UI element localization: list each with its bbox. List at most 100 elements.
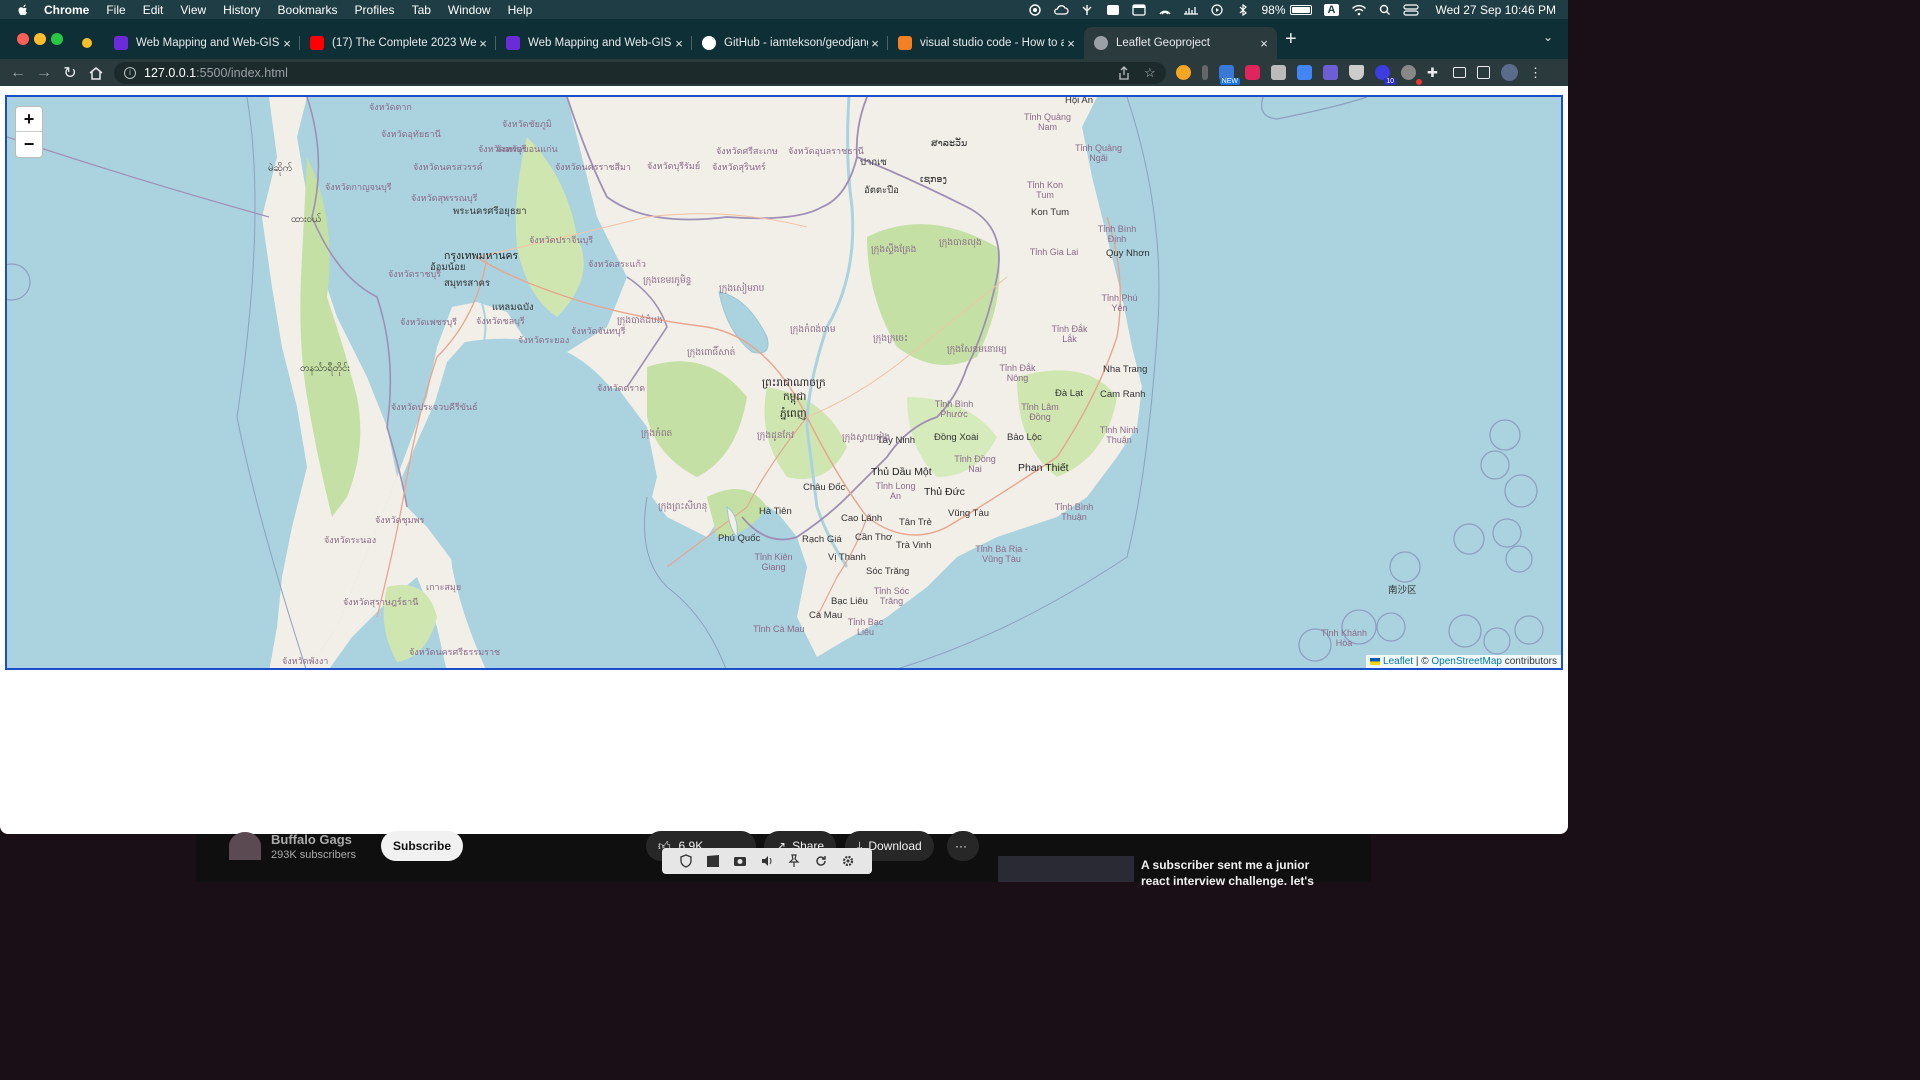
extensions-toolbar: NEW 10 ✚ ⋮	[1176, 64, 1548, 85]
back-button[interactable]: ←	[5, 64, 31, 82]
clapper-icon[interactable]	[706, 854, 720, 868]
maximize-window-button[interactable]	[51, 33, 63, 45]
settings-gear-icon[interactable]	[841, 854, 855, 868]
forward-button[interactable]: →	[31, 64, 57, 82]
tab-github[interactable]: GitHub - iamtekson/geodjango ×	[692, 27, 888, 59]
wifi-icon[interactable]	[1351, 4, 1367, 16]
menu-bookmarks[interactable]: Bookmarks	[278, 3, 338, 17]
spotlight-search-icon[interactable]	[1377, 4, 1393, 16]
menu-file[interactable]: File	[106, 3, 125, 17]
extensions-puzzle-icon[interactable]: ✚	[1427, 65, 1442, 80]
loading-dot-icon	[82, 38, 92, 48]
tab-close-icon[interactable]: ×	[868, 36, 882, 51]
map-label: Tỉnh Long An	[875, 481, 916, 501]
side-panel-icon[interactable]	[1477, 66, 1490, 79]
tab-close-icon[interactable]: ×	[672, 36, 686, 51]
menubar-clock[interactable]: Wed 27 Sep 10:46 PM	[1435, 3, 1556, 17]
tab-leaflet-geoproject[interactable]: Leaflet Geoproject ×	[1084, 27, 1277, 59]
tab-close-icon[interactable]: ×	[280, 36, 294, 51]
address-bar[interactable]: i 127.0.0.1:5500/index.html ☆	[114, 62, 1166, 84]
map-label: Trà Vinh	[896, 540, 932, 551]
input-source-badge[interactable]: A	[1323, 3, 1340, 16]
minimize-window-button[interactable]	[34, 33, 46, 45]
site-info-icon[interactable]: i	[124, 67, 136, 79]
notes-icon[interactable]	[1105, 4, 1121, 16]
tab-stackoverflow[interactable]: visual studio code - How to au ×	[888, 27, 1084, 59]
reading-list-icon[interactable]	[1453, 67, 1466, 78]
recommended-thumbnail[interactable]	[998, 856, 1134, 882]
map-label: တနင်္သာရီတိုင်း	[300, 363, 350, 374]
share-icon[interactable]	[1118, 66, 1130, 80]
new-tab-button[interactable]: +	[1285, 28, 1297, 51]
channel-name[interactable]: Buffalo Gags	[271, 832, 352, 847]
extension-new-icon[interactable]: NEW	[1219, 65, 1240, 85]
tab-close-icon[interactable]: ×	[1064, 36, 1078, 51]
camera-icon[interactable]	[733, 854, 747, 868]
fork-icon[interactable]	[1079, 4, 1095, 16]
map-label: ក្រុងបានលុង	[939, 237, 982, 247]
map-label: Nha Trang	[1103, 364, 1148, 375]
tab-web-mapping-2[interactable]: Web Mapping and Web-GIS fro ×	[496, 27, 692, 59]
translate-icon[interactable]	[1297, 65, 1312, 80]
pin-icon[interactable]	[787, 854, 801, 868]
zoom-out-button[interactable]: −	[16, 132, 42, 157]
tab-search-chevron-icon[interactable]: ⌄	[1543, 30, 1553, 44]
control-center-icon[interactable]	[1403, 3, 1420, 16]
shield-icon[interactable]	[679, 854, 693, 868]
tab-web-mapping-1[interactable]: Web Mapping and Web-GIS fro ×	[104, 27, 300, 59]
bluetooth-icon[interactable]	[1235, 3, 1251, 16]
map-label-phnom-penh: ភ្នំពេញ	[780, 408, 807, 420]
zoom-in-button[interactable]: +	[16, 107, 42, 132]
recommended-title[interactable]: A subscriber sent me a junior	[1141, 858, 1309, 872]
menu-history[interactable]: History	[223, 3, 260, 17]
more-actions-button[interactable]: ···	[947, 831, 979, 861]
extension-grid-icon[interactable]	[1271, 65, 1286, 80]
extension-color-icon[interactable]	[1176, 65, 1191, 80]
battery-indicator[interactable]: 98%	[1261, 3, 1312, 17]
close-window-button[interactable]	[17, 33, 29, 45]
recommended-title-line2[interactable]: react interview challenge. let's	[1141, 874, 1314, 888]
map-label-cambodia: ព្រះរាជាណាចក្រ	[762, 377, 826, 389]
leaflet-link[interactable]: Leaflet	[1383, 656, 1413, 667]
menu-tab[interactable]: Tab	[412, 3, 431, 17]
map-label: จังหวัดระยอง	[518, 335, 570, 345]
tab-close-icon[interactable]: ×	[1257, 36, 1271, 51]
extension-pin-icon[interactable]	[1202, 65, 1208, 80]
tab-youtube[interactable]: (17) The Complete 2023 Web D ×	[300, 27, 496, 59]
home-icon[interactable]	[88, 66, 104, 80]
extension-record-icon[interactable]	[1401, 65, 1422, 85]
tab-close-icon[interactable]: ×	[476, 36, 490, 51]
profile-avatar[interactable]	[1501, 64, 1518, 81]
reload-button[interactable]: ↻	[57, 63, 83, 83]
menu-chrome[interactable]: Chrome	[44, 3, 89, 17]
download-helper-icon[interactable]	[1323, 65, 1338, 80]
leaflet-map[interactable]: กรุงเทพมหานคร อ้อมน้อย สมุทรสาคร แหลมฉบั…	[5, 95, 1563, 670]
map-label-thu-duc: Thủ Đức	[924, 486, 965, 498]
openstreetmap-link[interactable]: OpenStreetMap	[1431, 656, 1502, 667]
subscriber-count: 293K subscribers	[271, 849, 356, 861]
map-label: จังหวัดนครสวรรค์	[413, 162, 483, 172]
calendar-icon[interactable]	[1131, 3, 1147, 16]
chrome-menu-icon[interactable]: ⋮	[1529, 65, 1542, 80]
cloud-sync-icon[interactable]	[1053, 4, 1070, 16]
subscribe-button[interactable]: Subscribe	[381, 831, 464, 861]
menu-edit[interactable]: Edit	[143, 3, 164, 17]
channel-avatar[interactable]	[229, 832, 261, 860]
menu-help[interactable]: Help	[508, 3, 533, 17]
menu-profiles[interactable]: Profiles	[355, 3, 395, 17]
map-label: ក្រុងសែនមនោរម្យ	[947, 344, 1007, 354]
shield-icon[interactable]	[1349, 65, 1364, 80]
menu-window[interactable]: Window	[448, 3, 491, 17]
refresh-icon[interactable]	[814, 854, 828, 868]
speaker-icon[interactable]	[760, 854, 774, 868]
airdrop-icon[interactable]	[1157, 4, 1173, 16]
extension-counter-icon[interactable]: 10	[1375, 65, 1396, 85]
activity-icon[interactable]	[1183, 4, 1199, 16]
play-icon[interactable]	[1209, 3, 1225, 16]
menu-view[interactable]: View	[180, 3, 206, 17]
apple-logo-icon[interactable]	[16, 3, 30, 17]
creative-cloud-icon[interactable]	[1027, 3, 1043, 16]
tab-loading-indicator[interactable]	[78, 27, 96, 59]
pocket-icon[interactable]	[1245, 65, 1260, 80]
bookmark-star-icon[interactable]: ☆	[1144, 65, 1156, 81]
